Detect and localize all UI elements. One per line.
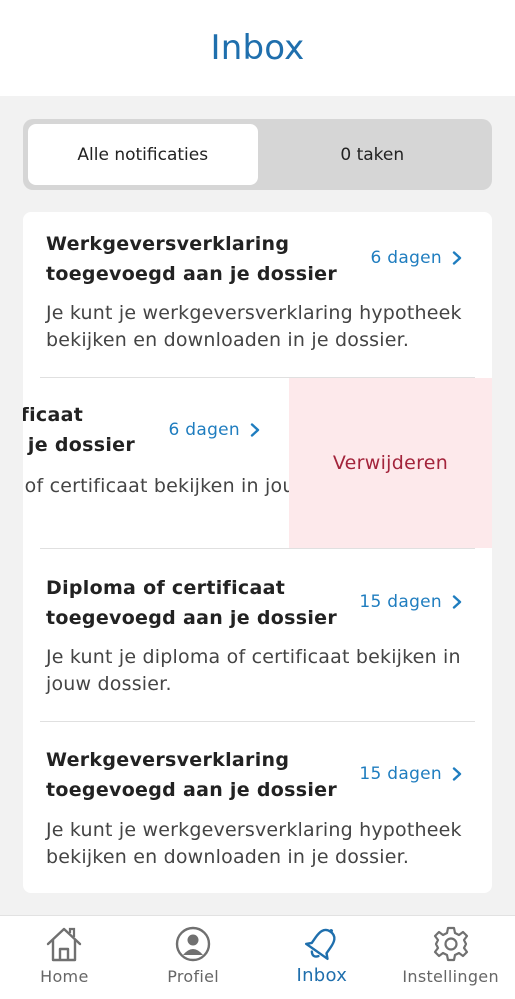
tab-home-label: Home bbox=[40, 967, 89, 986]
delete-button[interactable]: Verwijderen bbox=[289, 378, 492, 548]
swiped-notification-row[interactable]: Diploma of certificaat toegevoegd aan je… bbox=[23, 378, 492, 548]
notification-age: 6 dagen bbox=[168, 420, 260, 440]
page-title: Inbox bbox=[210, 28, 305, 68]
notification-item[interactable]: Diploma of certificaat toegevoegd aan je… bbox=[23, 378, 391, 548]
notification-item[interactable]: Werkgeversverklaring toegevoegd aan je d… bbox=[23, 212, 492, 376]
notification-age-label: 6 dagen bbox=[168, 420, 240, 440]
notification-body: Je kunt je werkgeversverklaring hypothee… bbox=[46, 302, 462, 351]
tab-inbox-label: Inbox bbox=[296, 965, 348, 986]
notification-body: Je kunt je diploma of certificaat bekijk… bbox=[46, 646, 461, 695]
notification-age-label: 6 dagen bbox=[370, 248, 442, 268]
notification-age: 15 dagen bbox=[359, 592, 462, 612]
bell-icon bbox=[304, 928, 336, 961]
chevron-right-icon bbox=[250, 423, 260, 437]
segment-tasks[interactable]: 0 taken bbox=[258, 124, 488, 185]
segmented-control: Alle notificaties 0 taken bbox=[23, 119, 492, 190]
gear-icon bbox=[433, 926, 468, 962]
notification-age-label: 15 dagen bbox=[359, 592, 442, 612]
notification-age: 15 dagen bbox=[359, 764, 462, 784]
notification-item[interactable]: Diploma of certificaat toegevoegd aan je… bbox=[23, 548, 492, 720]
notification-item[interactable]: Werkgeversverklaring toegevoegd aan je d… bbox=[23, 721, 492, 893]
tab-home[interactable]: Home bbox=[0, 916, 129, 999]
bottom-tab-bar: Home Profiel Inbox Instellingen bbox=[0, 915, 515, 999]
tab-profile[interactable]: Profiel bbox=[129, 916, 258, 999]
tab-settings[interactable]: Instellingen bbox=[386, 916, 515, 999]
notification-body: Je kunt je diploma of certificaat bekijk… bbox=[23, 475, 391, 497]
notification-age-label: 15 dagen bbox=[359, 764, 442, 784]
notification-title: Werkgeversverklaring toegevoegd aan je d… bbox=[46, 233, 337, 285]
chevron-right-icon bbox=[452, 595, 462, 609]
segment-all-notifications[interactable]: Alle notificaties bbox=[28, 124, 258, 185]
notification-body: Je kunt je werkgeversverklaring hypothee… bbox=[46, 819, 462, 868]
tab-settings-label: Instellingen bbox=[402, 967, 499, 986]
app-header: Inbox bbox=[0, 0, 515, 96]
home-icon bbox=[47, 927, 82, 962]
chevron-right-icon bbox=[452, 767, 462, 781]
profile-icon bbox=[175, 926, 211, 962]
notification-list: Werkgeversverklaring toegevoegd aan je d… bbox=[23, 212, 492, 893]
tab-inbox[interactable]: Inbox bbox=[258, 916, 387, 999]
notification-title: Diploma of certificaat toegevoegd aan je… bbox=[23, 404, 135, 456]
notification-title: Werkgeversverklaring toegevoegd aan je d… bbox=[46, 749, 337, 801]
notification-age: 6 dagen bbox=[370, 248, 462, 268]
tab-profile-label: Profiel bbox=[167, 967, 220, 986]
notification-title: Diploma of certificaat toegevoegd aan je… bbox=[46, 577, 337, 629]
chevron-right-icon bbox=[452, 251, 462, 265]
